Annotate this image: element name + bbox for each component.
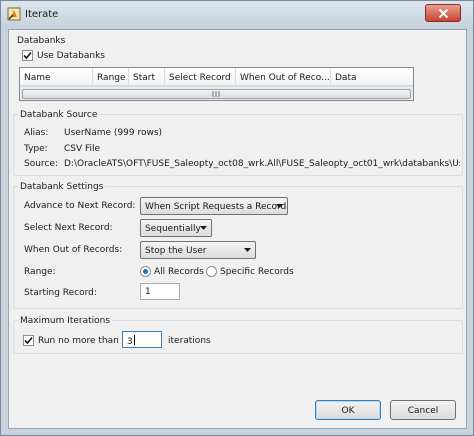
scrollbar-thumb[interactable] <box>22 89 411 99</box>
close-icon <box>438 8 449 19</box>
alias-label: Alias: <box>24 128 49 138</box>
window-title: Iterate <box>25 9 59 20</box>
cancel-button[interactable]: Cancel <box>390 400 456 420</box>
databank-settings-group: Databank Settings Advance to Next Record… <box>13 182 463 309</box>
run-no-more-than-label[interactable]: Run no more than <box>38 336 119 346</box>
source-label: Source: <box>24 159 58 169</box>
dialog-body: Databanks Use Databanks Name Range Start… <box>8 29 467 429</box>
source-path-value: D:\OracleATS\OFT\FUSE_Saleopty_oct08_wrk… <box>64 159 460 169</box>
dropdown-arrow-icon <box>244 248 251 252</box>
iterate-dialog: Iterate Databanks Use Databanks Name Ran… <box>0 0 474 436</box>
select-next-dropdown[interactable]: Sequentially <box>140 219 212 237</box>
run-limit-checkbox[interactable] <box>23 335 34 346</box>
text-caret <box>133 335 135 345</box>
advance-dropdown-value: When Script Requests a Record <box>145 202 287 212</box>
databanks-table[interactable]: Name Range Start Select Record When Out … <box>19 67 414 101</box>
grip-icon <box>212 91 220 97</box>
column-name[interactable]: Name <box>20 68 93 86</box>
use-databanks-checkbox[interactable] <box>22 50 33 61</box>
horizontal-scrollbar[interactable] <box>20 86 413 100</box>
starting-record-label: Starting Record: <box>24 288 97 298</box>
column-range[interactable]: Range <box>93 68 129 86</box>
out-of-records-label: When Out of Records: <box>24 245 123 255</box>
use-databanks-label[interactable]: Use Databanks <box>37 51 105 61</box>
close-button[interactable] <box>425 4 461 22</box>
type-label: Type: <box>24 144 48 154</box>
select-next-dropdown-value: Sequentially <box>145 224 201 234</box>
range-label: Range: <box>24 267 56 277</box>
type-value: CSV File <box>64 144 101 154</box>
table-header: Name Range Start Select Record When Out … <box>20 68 413 86</box>
column-select-record[interactable]: Select Record <box>165 68 236 86</box>
column-data[interactable]: Data <box>331 68 413 86</box>
advance-label: Advance to Next Record: <box>24 201 136 211</box>
maximum-iterations-title: Maximum Iterations <box>18 316 113 326</box>
checkmark-icon <box>23 51 32 60</box>
databank-source-group: Databank Source Alias: UserName (999 row… <box>13 110 463 176</box>
column-start[interactable]: Start <box>129 68 165 86</box>
dropdown-arrow-icon <box>200 226 207 230</box>
specific-records-label[interactable]: Specific Records <box>220 267 294 277</box>
databank-source-title: Databank Source <box>18 110 100 120</box>
title-bar[interactable]: Iterate <box>1 1 473 29</box>
ok-button[interactable]: OK <box>315 400 381 420</box>
column-when-out-of-records[interactable]: When Out of Reco... <box>236 68 331 86</box>
maximum-iterations-group: Maximum Iterations Run no more than 3 it… <box>13 316 463 354</box>
specific-records-radio[interactable] <box>206 266 217 277</box>
databanks-group-title: Databanks <box>17 36 66 46</box>
starting-record-input[interactable]: 1 <box>140 283 180 300</box>
alias-value: UserName (999 rows) <box>64 128 163 138</box>
all-records-label[interactable]: All Records <box>154 267 204 277</box>
checkmark-icon <box>24 336 33 345</box>
select-next-label: Select Next Record: <box>24 223 113 233</box>
advance-dropdown[interactable]: When Script Requests a Record <box>140 197 288 215</box>
databanks-group: Databanks Use Databanks Name Range Start… <box>13 34 463 106</box>
dropdown-arrow-icon <box>276 204 283 208</box>
out-of-records-dropdown[interactable]: Stop the User <box>140 241 256 259</box>
all-records-radio[interactable] <box>140 266 151 277</box>
databank-settings-title: Databank Settings <box>18 182 106 192</box>
out-of-records-dropdown-value: Stop the User <box>145 246 207 256</box>
iterations-count-input[interactable]: 3 <box>122 331 162 348</box>
iterations-suffix-label: iterations <box>168 336 211 346</box>
app-icon <box>7 7 21 21</box>
